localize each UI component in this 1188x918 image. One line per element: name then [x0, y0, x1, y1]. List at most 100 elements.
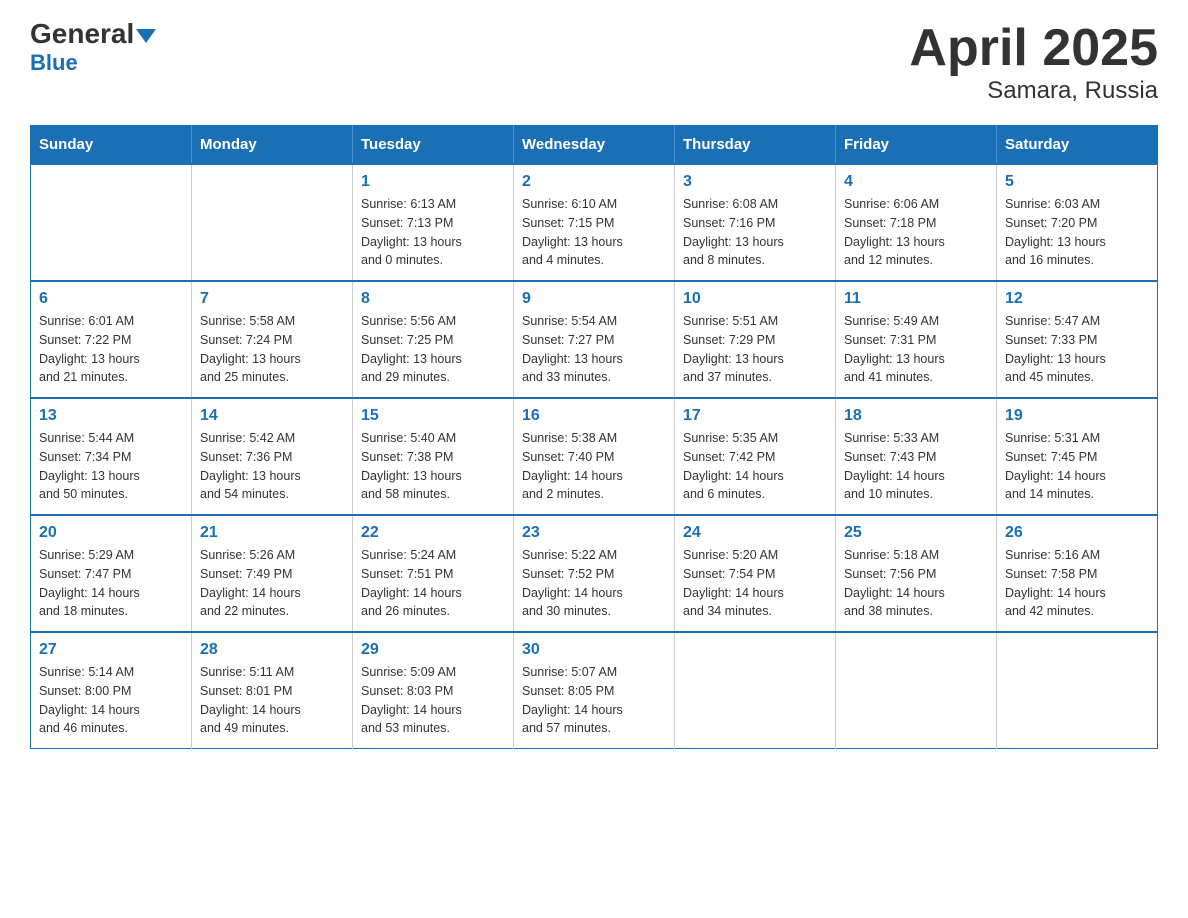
calendar-day-cell: 4 Sunrise: 6:06 AMSunset: 7:18 PMDaylight… — [836, 164, 997, 281]
day-info: Sunrise: 5:11 AMSunset: 8:01 PMDaylight:… — [200, 663, 344, 738]
day-info: Sunrise: 5:35 AMSunset: 7:42 PMDaylight:… — [683, 429, 827, 504]
day-info: Sunrise: 5:09 AMSunset: 8:03 PMDaylight:… — [361, 663, 505, 738]
calendar-day-cell: 14 Sunrise: 5:42 AMSunset: 7:36 PMDayligh… — [192, 398, 353, 515]
calendar-day-cell — [997, 632, 1158, 749]
calendar-day-cell: 19Sunrise: 5:31 AMSunset: 7:45 PMDayligh… — [997, 398, 1158, 515]
calendar-day-cell: 17Sunrise: 5:35 AMSunset: 7:42 PMDayligh… — [675, 398, 836, 515]
calendar-week-row: 1 Sunrise: 6:13 AMSunset: 7:13 PMDaylight… — [31, 164, 1158, 281]
calendar-day-cell: 5Sunrise: 6:03 AMSunset: 7:20 PMDaylight… — [997, 164, 1158, 281]
day-number: 22 — [361, 524, 505, 542]
day-number: 20 — [39, 524, 183, 542]
day-info: Sunrise: 5:26 AMSunset: 7:49 PMDaylight:… — [200, 546, 344, 621]
calendar-day-cell — [31, 164, 192, 281]
calendar-day-cell: 20 Sunrise: 5:29 AMSunset: 7:47 PMDayligh… — [31, 515, 192, 632]
calendar-day-cell: 23Sunrise: 5:22 AMSunset: 7:52 PMDayligh… — [514, 515, 675, 632]
calendar-day-cell: 30 Sunrise: 5:07 AMSunset: 8:05 PMDayligh… — [514, 632, 675, 749]
day-info: Sunrise: 5:47 AMSunset: 7:33 PMDaylight:… — [1005, 312, 1149, 387]
calendar-day-cell: 13 Sunrise: 5:44 AMSunset: 7:34 PMDayligh… — [31, 398, 192, 515]
calendar-day-cell: 24Sunrise: 5:20 AMSunset: 7:54 PMDayligh… — [675, 515, 836, 632]
day-number: 13 — [39, 407, 183, 425]
calendar-week-row: 27 Sunrise: 5:14 AMSunset: 8:00 PMDayligh… — [31, 632, 1158, 749]
calendar-day-cell: 12 Sunrise: 5:47 AMSunset: 7:33 PMDayligh… — [997, 281, 1158, 398]
day-info: Sunrise: 5:42 AMSunset: 7:36 PMDaylight:… — [200, 429, 344, 504]
day-number: 18 — [844, 407, 988, 425]
calendar-day-cell: 1 Sunrise: 6:13 AMSunset: 7:13 PMDaylight… — [353, 164, 514, 281]
day-number: 1 — [361, 173, 505, 191]
day-number: 10 — [683, 290, 827, 308]
calendar-day-header: Monday — [192, 126, 353, 165]
calendar-day-cell: 26Sunrise: 5:16 AMSunset: 7:58 PMDayligh… — [997, 515, 1158, 632]
day-info: Sunrise: 5:14 AMSunset: 8:00 PMDaylight:… — [39, 663, 183, 738]
day-info: Sunrise: 5:51 AMSunset: 7:29 PMDaylight:… — [683, 312, 827, 387]
calendar-day-cell: 3Sunrise: 6:08 AMSunset: 7:16 PMDaylight… — [675, 164, 836, 281]
calendar-day-cell: 8Sunrise: 5:56 AMSunset: 7:25 PMDaylight… — [353, 281, 514, 398]
day-info: Sunrise: 5:24 AMSunset: 7:51 PMDaylight:… — [361, 546, 505, 621]
day-number: 2 — [522, 173, 666, 191]
day-number: 14 — [200, 407, 344, 425]
day-number: 15 — [361, 407, 505, 425]
calendar-day-cell: 29Sunrise: 5:09 AMSunset: 8:03 PMDayligh… — [353, 632, 514, 749]
day-number: 21 — [200, 524, 344, 542]
day-number: 4 — [844, 173, 988, 191]
day-info: Sunrise: 5:58 AMSunset: 7:24 PMDaylight:… — [200, 312, 344, 387]
calendar-day-cell: 9Sunrise: 5:54 AMSunset: 7:27 PMDaylight… — [514, 281, 675, 398]
calendar-week-row: 20 Sunrise: 5:29 AMSunset: 7:47 PMDayligh… — [31, 515, 1158, 632]
day-info: Sunrise: 5:22 AMSunset: 7:52 PMDaylight:… — [522, 546, 666, 621]
calendar-day-cell: 2 Sunrise: 6:10 AMSunset: 7:15 PMDaylight… — [514, 164, 675, 281]
calendar-day-header: Thursday — [675, 126, 836, 165]
calendar-day-cell: 18 Sunrise: 5:33 AMSunset: 7:43 PMDayligh… — [836, 398, 997, 515]
day-info: Sunrise: 5:40 AMSunset: 7:38 PMDaylight:… — [361, 429, 505, 504]
day-info: Sunrise: 6:06 AMSunset: 7:18 PMDaylight:… — [844, 195, 988, 270]
day-info: Sunrise: 5:29 AMSunset: 7:47 PMDaylight:… — [39, 546, 183, 621]
calendar-day-cell — [675, 632, 836, 749]
day-number: 3 — [683, 173, 827, 191]
day-number: 5 — [1005, 173, 1149, 191]
calendar-day-cell: 28 Sunrise: 5:11 AMSunset: 8:01 PMDayligh… — [192, 632, 353, 749]
day-number: 27 — [39, 641, 183, 659]
calendar-week-row: 13 Sunrise: 5:44 AMSunset: 7:34 PMDayligh… — [31, 398, 1158, 515]
calendar-day-header: Wednesday — [514, 126, 675, 165]
calendar-day-header: Saturday — [997, 126, 1158, 165]
calendar-day-header: Tuesday — [353, 126, 514, 165]
calendar-day-header: Sunday — [31, 126, 192, 165]
day-number: 19 — [1005, 407, 1149, 425]
calendar-day-cell: 16 Sunrise: 5:38 AMSunset: 7:40 PMDayligh… — [514, 398, 675, 515]
day-info: Sunrise: 5:49 AMSunset: 7:31 PMDaylight:… — [844, 312, 988, 387]
calendar-table: SundayMondayTuesdayWednesdayThursdayFrid… — [30, 125, 1158, 749]
logo: General Blue — [30, 20, 156, 76]
title-block: April 2025 Samara, Russia — [909, 20, 1158, 105]
logo-main: General — [30, 20, 156, 48]
calendar-day-cell: 7 Sunrise: 5:58 AMSunset: 7:24 PMDaylight… — [192, 281, 353, 398]
calendar-day-cell — [192, 164, 353, 281]
day-info: Sunrise: 5:54 AMSunset: 7:27 PMDaylight:… — [522, 312, 666, 387]
day-number: 30 — [522, 641, 666, 659]
day-number: 25 — [844, 524, 988, 542]
calendar-day-cell: 22 Sunrise: 5:24 AMSunset: 7:51 PMDayligh… — [353, 515, 514, 632]
day-info: Sunrise: 6:13 AMSunset: 7:13 PMDaylight:… — [361, 195, 505, 270]
calendar-week-row: 6 Sunrise: 6:01 AMSunset: 7:22 PMDaylight… — [31, 281, 1158, 398]
day-info: Sunrise: 6:01 AMSunset: 7:22 PMDaylight:… — [39, 312, 183, 387]
day-info: Sunrise: 6:10 AMSunset: 7:15 PMDaylight:… — [522, 195, 666, 270]
day-info: Sunrise: 5:33 AMSunset: 7:43 PMDaylight:… — [844, 429, 988, 504]
day-info: Sunrise: 5:38 AMSunset: 7:40 PMDaylight:… — [522, 429, 666, 504]
calendar-day-cell: 25 Sunrise: 5:18 AMSunset: 7:56 PMDayligh… — [836, 515, 997, 632]
day-number: 16 — [522, 407, 666, 425]
calendar-day-header: Friday — [836, 126, 997, 165]
calendar-day-cell — [836, 632, 997, 749]
calendar-day-cell: 21 Sunrise: 5:26 AMSunset: 7:49 PMDayligh… — [192, 515, 353, 632]
day-info: Sunrise: 5:56 AMSunset: 7:25 PMDaylight:… — [361, 312, 505, 387]
day-info: Sunrise: 5:18 AMSunset: 7:56 PMDaylight:… — [844, 546, 988, 621]
day-number: 26 — [1005, 524, 1149, 542]
day-info: Sunrise: 5:07 AMSunset: 8:05 PMDaylight:… — [522, 663, 666, 738]
page-subtitle: Samara, Russia — [909, 77, 1158, 105]
logo-triangle-icon — [136, 29, 156, 43]
day-number: 6 — [39, 290, 183, 308]
calendar-day-cell: 27 Sunrise: 5:14 AMSunset: 8:00 PMDayligh… — [31, 632, 192, 749]
day-number: 28 — [200, 641, 344, 659]
page-header: General Blue April 2025 Samara, Russia — [30, 20, 1158, 105]
calendar-day-cell: 15 Sunrise: 5:40 AMSunset: 7:38 PMDayligh… — [353, 398, 514, 515]
day-number: 12 — [1005, 290, 1149, 308]
day-info: Sunrise: 5:44 AMSunset: 7:34 PMDaylight:… — [39, 429, 183, 504]
day-number: 11 — [844, 290, 988, 308]
day-number: 7 — [200, 290, 344, 308]
